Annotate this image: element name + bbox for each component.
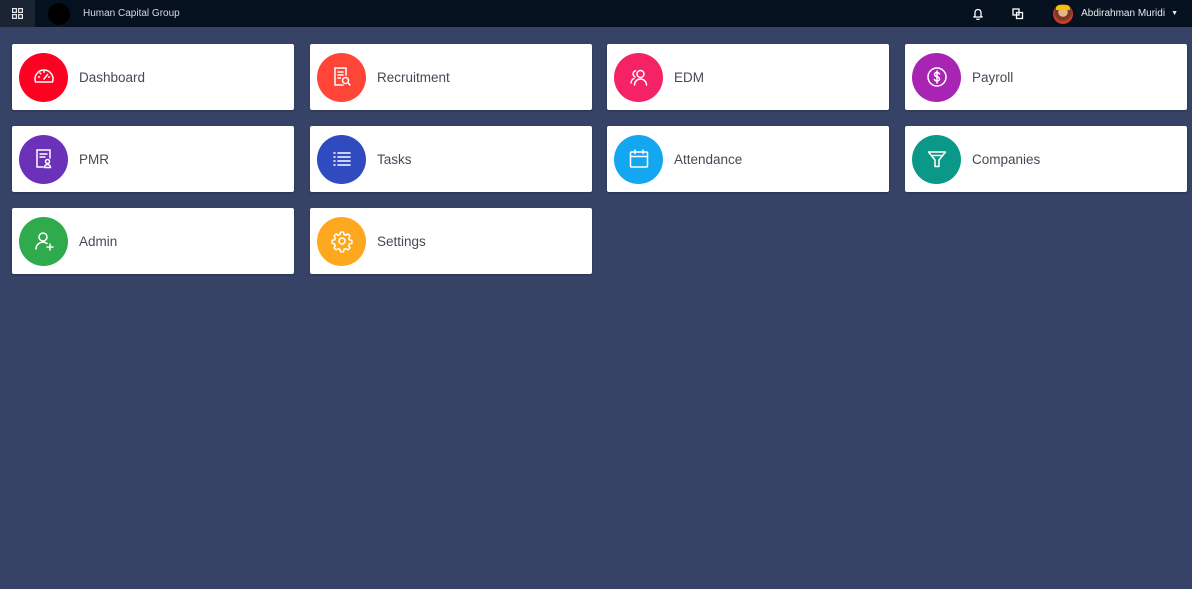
module-card-tasks[interactable]: Tasks (310, 126, 592, 192)
module-card-settings[interactable]: Settings (310, 208, 592, 274)
caret-down-icon: ▼ (1171, 10, 1178, 17)
module-label: Settings (377, 233, 426, 249)
apps-grid-icon (12, 8, 23, 19)
module-label: Admin (79, 233, 118, 249)
apps-button[interactable] (0, 0, 35, 27)
module-card-recruitment[interactable]: Recruitment (310, 44, 592, 110)
module-label: Recruitment (377, 69, 450, 85)
top-bar: Human Capital Group Abdirahman Muridi ▼ (0, 0, 1192, 27)
list-icon (317, 134, 366, 184)
calendar-icon (614, 134, 663, 184)
document-search-icon (317, 52, 366, 102)
module-card-dashboard[interactable]: Dashboard (12, 44, 294, 110)
topbar-right: Abdirahman Muridi ▼ (971, 0, 1192, 27)
certificate-icon (19, 134, 68, 184)
dollar-icon (912, 52, 961, 102)
module-card-attendance[interactable]: Attendance (607, 126, 889, 192)
module-label: Dashboard (79, 69, 146, 85)
bell-icon (973, 8, 983, 20)
module-label: Tasks (377, 151, 412, 167)
module-label: PMR (79, 151, 109, 167)
user-add-icon (19, 216, 68, 266)
module-card-edm[interactable]: EDM (607, 44, 889, 110)
module-card-pmr[interactable]: PMR (12, 126, 294, 192)
module-label: EDM (674, 69, 704, 85)
module-card-companies[interactable]: Companies (905, 126, 1187, 192)
module-label: Companies (972, 151, 1041, 167)
avatar (1053, 3, 1074, 24)
module-card-admin[interactable]: Admin (12, 208, 294, 274)
speedometer-icon (19, 52, 68, 102)
module-label: Payroll (972, 69, 1014, 85)
module-label: Attendance (674, 151, 743, 167)
windows-icon (1012, 7, 1024, 19)
company-name: Human Capital Group (83, 8, 180, 19)
funnel-icon (912, 134, 961, 184)
company-logo (48, 2, 70, 25)
notifications-button[interactable] (971, 7, 985, 21)
windows-button[interactable] (1011, 7, 1025, 21)
user-menu[interactable]: Abdirahman Muridi ▼ (1053, 3, 1178, 24)
gear-icon (317, 216, 366, 266)
users-icon (614, 52, 663, 102)
user-name: Abdirahman Muridi (1081, 8, 1166, 19)
module-card-payroll[interactable]: Payroll (905, 44, 1187, 110)
